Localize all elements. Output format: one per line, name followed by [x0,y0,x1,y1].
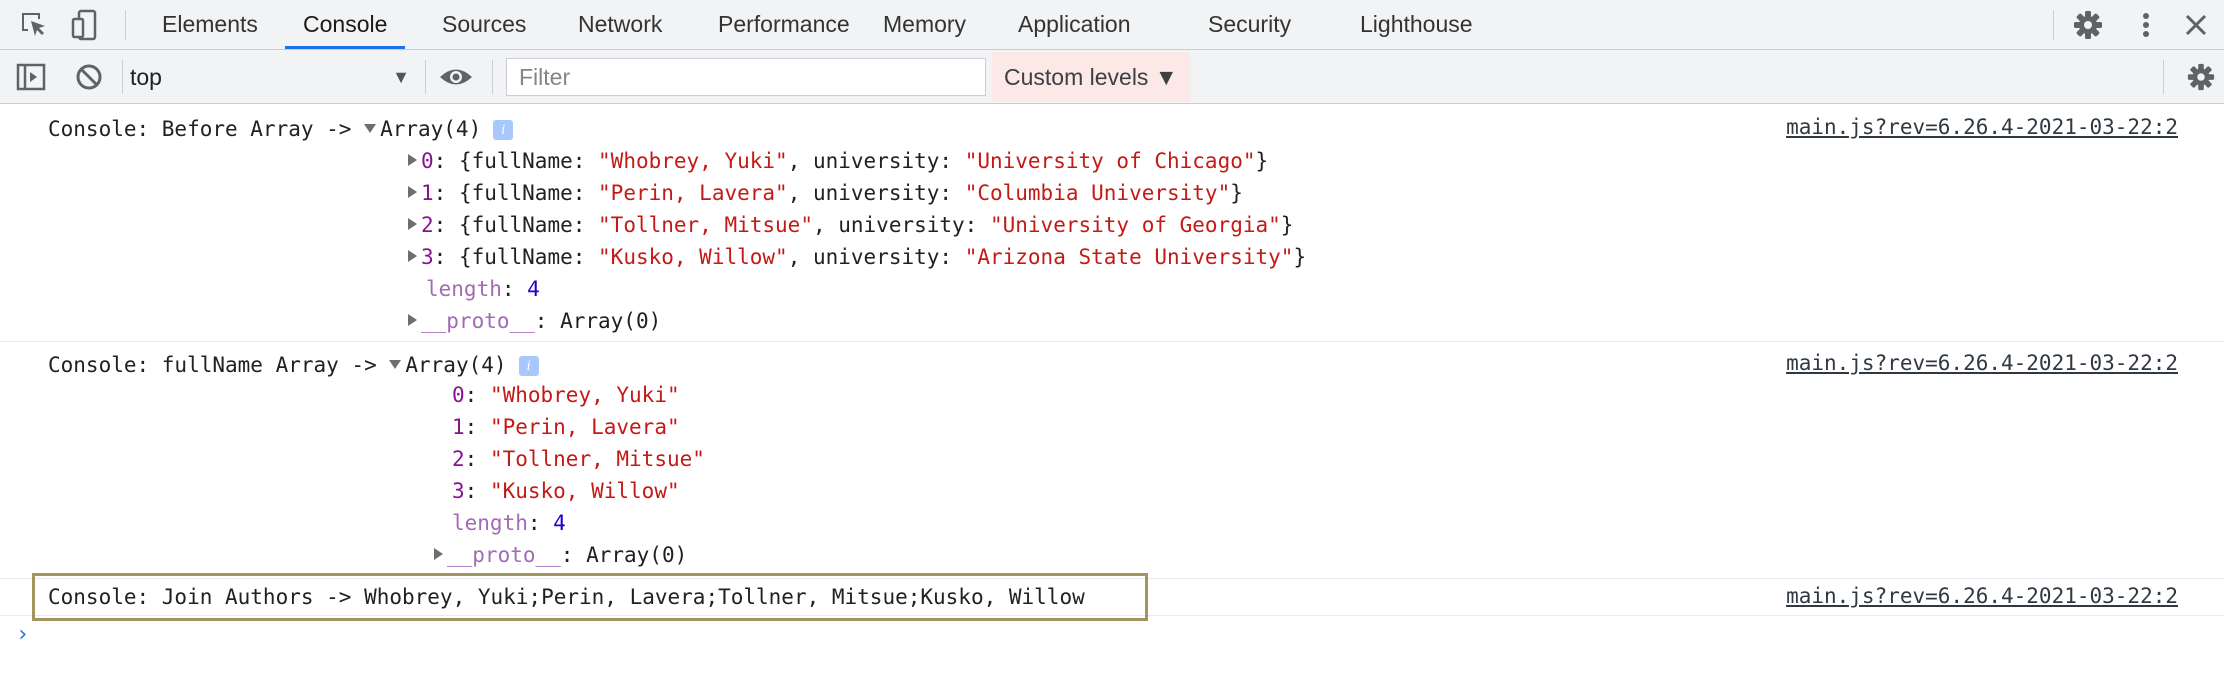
source-link[interactable]: main.js?rev=6.26.4-2021-03-22:2 [1786,112,2178,142]
proto-row[interactable]: __proto__: Array(0) [408,306,661,336]
tab-elements[interactable]: Elements [144,0,276,49]
triangle-right-icon [408,314,417,326]
console-settings-gear-icon[interactable] [2186,62,2216,92]
source-link[interactable]: main.js?rev=6.26.4-2021-03-22:2 [1786,581,2178,611]
message-header: Console: Before Array -> Array(4) i [48,114,514,144]
toolbar-divider [125,10,126,40]
tab-lighthouse[interactable]: Lighthouse [1342,0,1491,49]
custom-levels-dropdown[interactable]: Custom levels ▼ [992,52,1190,102]
tab-console[interactable]: Console [285,0,406,49]
toolbar-divider [425,60,426,94]
clear-console-icon[interactable] [74,62,104,92]
length-row: length: 4 [426,277,540,301]
message-prefix: Console: fullName Array -> [48,353,390,377]
array-label: Array(4) [380,117,482,141]
console-toolbar: top ▼ Custom levels ▼ [0,50,2224,104]
toolbar-divider [492,60,493,94]
tab-network[interactable]: Network [560,0,680,49]
triangle-down-icon [364,123,377,133]
array-item-row: 1: "Perin, Lavera" [452,415,680,439]
console-message: Console: fullName Array -> Array(4) i mai… [0,342,2224,579]
tab-security[interactable]: Security [1190,0,1309,49]
context-selector[interactable]: top ▼ [130,58,410,96]
toolbar-divider [2053,10,2054,40]
message-prefix: Console: Before Array -> [48,117,365,141]
console-prompt[interactable]: › [16,622,29,647]
info-icon[interactable]: i [493,120,514,140]
toolbar-divider [122,60,123,94]
object-row[interactable]: 0: {fullName: "Whobrey, Yuki", universit… [408,146,1268,176]
proto-row[interactable]: __proto__: Array(0) [434,540,687,570]
sidebar-toggle-icon[interactable] [16,62,46,92]
live-expression-eye-icon[interactable] [438,62,474,92]
tab-application[interactable]: Application [1000,0,1149,49]
context-value: top [130,64,162,90]
array-label: Array(4) [405,353,507,377]
message-header: Console: fullName Array -> Array(4) i [48,350,539,380]
triangle-down-icon [389,359,402,369]
triangle-right-icon [408,218,417,230]
triangle-right-icon [408,250,417,262]
array-expand-toggle[interactable]: Array(4) [364,117,481,141]
close-icon[interactable] [2180,9,2212,41]
object-row[interactable]: 1: {fullName: "Perin, Lavera", universit… [408,178,1243,208]
tab-performance[interactable]: Performance [700,0,868,49]
gear-icon[interactable] [2072,9,2104,41]
triangle-right-icon [434,548,443,560]
length-row: length: 4 [452,511,566,535]
custom-levels-label: Custom levels ▼ [1004,64,1178,90]
source-link[interactable]: main.js?rev=6.26.4-2021-03-22:2 [1786,348,2178,378]
toolbar-divider [2163,60,2164,94]
tab-memory[interactable]: Memory [865,0,984,49]
object-row[interactable]: 2: {fullName: "Tollner, Mitsue", univers… [408,210,1293,240]
triangle-right-icon [408,186,417,198]
device-toolbar-icon[interactable] [70,9,102,41]
inspect-element-icon[interactable] [18,9,50,41]
more-vertical-icon[interactable] [2130,9,2162,41]
array-item-row: 0: "Whobrey, Yuki" [452,383,680,407]
triangle-right-icon [408,154,417,166]
dropdown-arrow-icon: ▼ [392,67,410,87]
object-row[interactable]: 3: {fullName: "Kusko, Willow", universit… [408,242,1306,272]
array-item-row: 3: "Kusko, Willow" [452,479,680,503]
devtools-tab-bar: Elements Console Sources Network Performance… [0,0,2224,50]
info-icon[interactable]: i [518,356,539,376]
array-item-row: 2: "Tollner, Mitsue" [452,447,705,471]
filter-input[interactable] [506,58,986,96]
console-message: Console: Before Array -> Array(4) i main.… [0,104,2224,342]
array-expand-toggle[interactable]: Array(4) [389,353,507,377]
highlight-box [32,573,1148,621]
tab-sources[interactable]: Sources [424,0,544,49]
